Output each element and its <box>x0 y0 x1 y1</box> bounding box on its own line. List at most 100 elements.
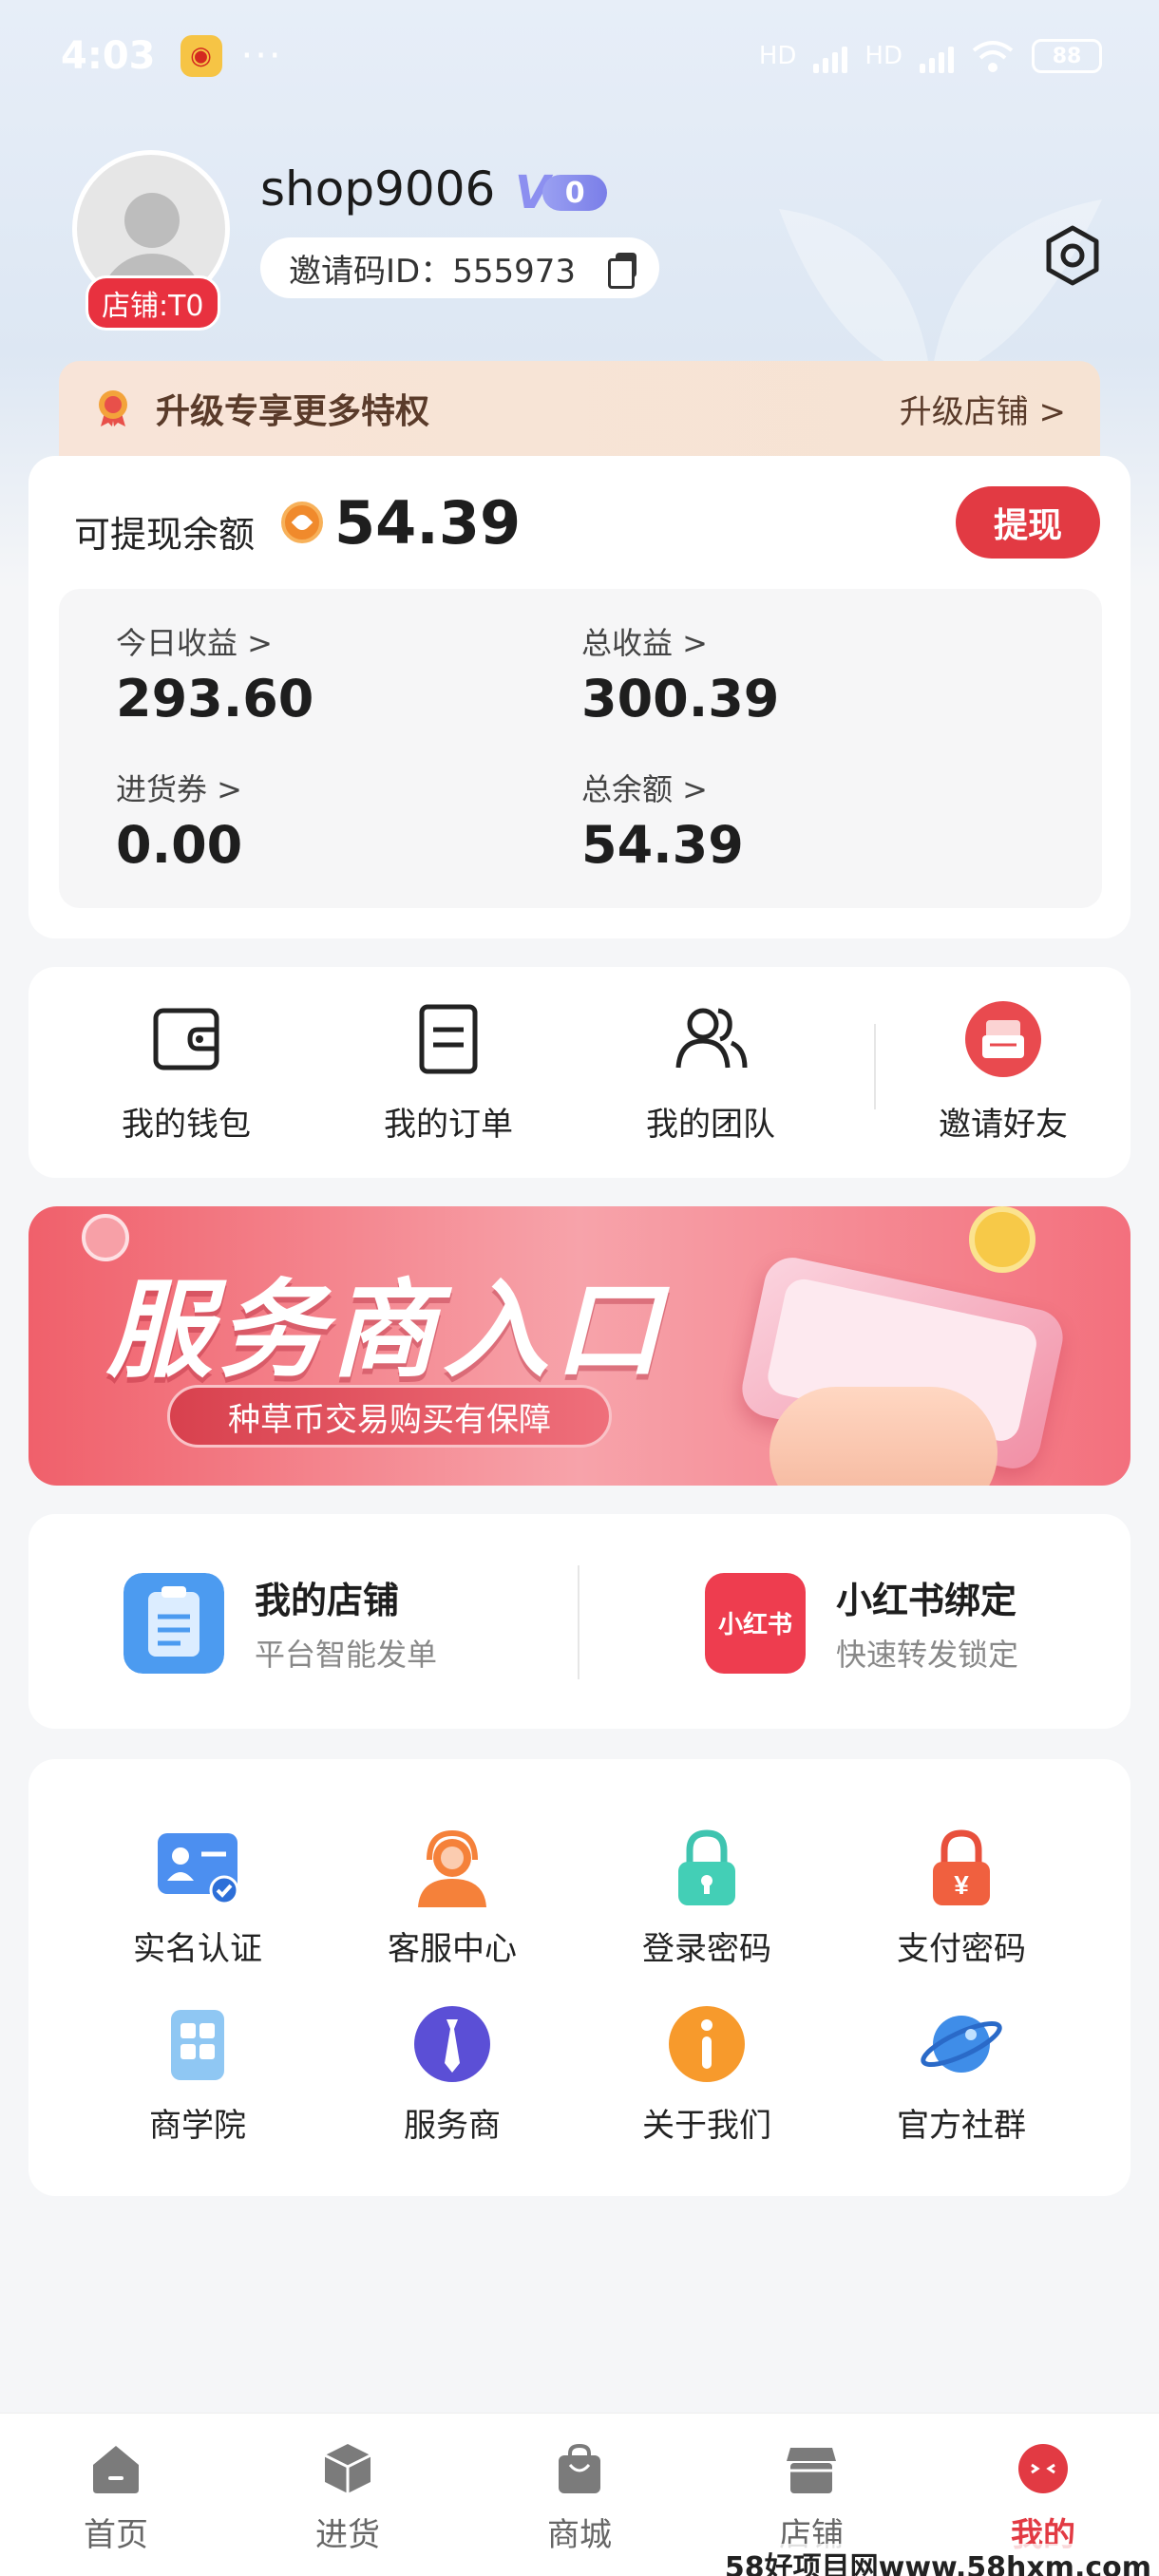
pay-lock-icon: ¥ <box>933 1829 990 1905</box>
tab-label: 商城 <box>547 2516 612 2554</box>
stat-today-earnings[interactable]: 今日收益 > 293.60 <box>116 619 314 729</box>
action-label: 我的钱包 <box>122 1106 251 1144</box>
planet-icon <box>921 2016 1002 2073</box>
quick-actions-card: 我的钱包 我的订单 我的团队 邀请好友 <box>28 967 1130 1178</box>
provider-icon <box>414 2006 490 2082</box>
tab-stock[interactable]: 进货 <box>272 2442 424 2555</box>
tab-home[interactable]: 首页 <box>40 2442 192 2555</box>
banner-subtitle: 种草币交易购买有保障 <box>167 1385 612 1448</box>
more-notifications-icon: ··· <box>240 34 283 78</box>
withdrawable-balance-label: 可提现余额 <box>74 514 256 556</box>
stat-label: 进货券 > <box>116 771 242 807</box>
status-time: 4:03 <box>61 34 156 78</box>
stat-purchase-voucher[interactable]: 进货券 > 0.00 <box>116 766 242 875</box>
network-label-2: HD <box>864 42 902 70</box>
service-label: 登录密码 <box>642 1930 771 1968</box>
profile-face-icon <box>1018 2444 1068 2493</box>
stat-label: 总收益 > <box>581 625 708 661</box>
hand-illustration <box>770 1387 998 1486</box>
upgrade-banner[interactable]: 升级专享更多特权 升级店铺 > <box>59 361 1100 456</box>
vip-level: 0 <box>542 175 608 211</box>
upgrade-shop-link[interactable]: 升级店铺 > <box>900 386 1066 432</box>
stat-total-balance[interactable]: 总余额 > 54.39 <box>581 766 744 875</box>
stat-label: 总余额 > <box>581 771 708 807</box>
stat-value: 0.00 <box>116 815 243 875</box>
upgrade-text: 升级专享更多特权 <box>156 392 430 431</box>
avatar[interactable]: 店铺:T0 <box>72 150 230 331</box>
settings-icon[interactable] <box>1039 222 1106 289</box>
customer-service-icon <box>418 1829 486 1907</box>
academy-icon <box>171 2010 224 2080</box>
service-about-us[interactable]: 关于我们 <box>612 2004 802 2146</box>
shop-divider <box>578 1565 580 1679</box>
network-label: HD <box>758 42 797 70</box>
service-academy[interactable]: 商学院 <box>103 2004 293 2146</box>
info-icon <box>669 2006 745 2082</box>
tab-mall[interactable]: 商城 <box>504 2442 656 2555</box>
service-label: 实名认证 <box>133 1930 262 1968</box>
vip-level-badge: V 0 <box>515 166 627 219</box>
signal-icon <box>813 39 848 73</box>
tab-label: 进货 <box>315 2516 380 2554</box>
tab-label: 首页 <box>84 2516 148 2554</box>
copy-icon[interactable] <box>608 253 636 289</box>
service-label: 商学院 <box>149 2107 246 2145</box>
shop-level-badge: 店铺:T0 <box>86 275 220 331</box>
team-icon <box>675 1008 748 1069</box>
service-pay-password[interactable]: ¥ 支付密码 <box>866 1828 1056 1969</box>
weibo-notification-icon: ◉ <box>180 35 222 77</box>
invite-code-pill[interactable]: 邀请码ID：555973 <box>260 237 659 298</box>
service-official-community[interactable]: 官方社群 <box>866 2004 1056 2146</box>
action-invite[interactable]: 邀请好友 <box>908 1001 1098 1145</box>
withdraw-button[interactable]: 提现 <box>956 486 1100 559</box>
invite-code-text: 邀请码ID：555973 <box>289 252 576 291</box>
shop-link-name: 我的店铺 <box>255 1580 400 1621</box>
xiaohongshu-bind-link[interactable]: 小红书 小红书绑定 快速转发锁定 <box>705 1571 1018 1675</box>
stat-value: 300.39 <box>581 669 780 729</box>
action-team[interactable]: 我的团队 <box>616 1001 806 1145</box>
tab-mine[interactable]: 我的 <box>967 2442 1119 2555</box>
stat-value: 293.60 <box>116 669 314 729</box>
service-provider[interactable]: 服务商 <box>357 2004 547 2146</box>
xiaohongshu-icon-text: 小红书 <box>717 1611 792 1639</box>
service-label: 支付密码 <box>897 1930 1026 1968</box>
service-login-password[interactable]: 登录密码 <box>612 1828 802 1969</box>
order-icon <box>419 1004 478 1074</box>
id-verify-icon <box>158 1833 239 1905</box>
wifi-icon <box>972 41 1014 72</box>
service-provider-banner[interactable]: 服务商入口 种草币交易购买有保障 <box>28 1206 1130 1486</box>
clipboard-icon <box>124 1572 224 1674</box>
status-bar: 4:03 ◉ ··· HD HD 88 <box>0 0 1159 112</box>
service-real-name[interactable]: 实名认证 <box>103 1828 293 1969</box>
action-wallet[interactable]: 我的钱包 <box>91 1001 281 1145</box>
coin-decoration <box>969 1206 1036 1273</box>
stat-total-earnings[interactable]: 总收益 > 300.39 <box>581 619 779 729</box>
service-label: 服务商 <box>404 2107 501 2145</box>
balance-card: 可提现余额 54.39 提现 今日收益 > 293.60 总收益 > 300.3… <box>28 456 1130 938</box>
status-right: HD HD 88 <box>759 39 1102 73</box>
action-label: 我的团队 <box>646 1106 775 1144</box>
shop-link-desc: 平台智能发单 <box>255 1637 438 1673</box>
watermark: 58好项目网www.58hxm.com <box>724 2544 1151 2576</box>
svg-text:¥: ¥ <box>954 1870 969 1900</box>
username: shop9006 <box>260 161 496 217</box>
home-icon <box>93 2446 139 2493</box>
service-label: 客服中心 <box>388 1930 517 1968</box>
box-icon <box>324 2444 371 2493</box>
actions-divider <box>874 1024 876 1109</box>
action-orders[interactable]: 我的订单 <box>353 1001 543 1145</box>
shop-links-card: 我的店铺 平台智能发单 小红书 小红书绑定 快速转发锁定 <box>28 1514 1130 1729</box>
medal-icon <box>99 390 127 426</box>
my-shop-link[interactable]: 我的店铺 平台智能发单 <box>124 1571 437 1675</box>
service-customer-center[interactable]: 客服中心 <box>357 1828 547 1969</box>
service-label: 官方社群 <box>897 2107 1026 2145</box>
tab-shop[interactable]: 店铺 <box>735 2442 887 2555</box>
store-icon <box>787 2448 836 2493</box>
xiaohongshu-icon: 小红书 <box>705 1572 806 1674</box>
battery-icon: 88 <box>1032 39 1102 73</box>
action-label: 邀请好友 <box>939 1106 1068 1144</box>
lock-icon <box>678 1829 735 1905</box>
signal-icon-2 <box>920 39 954 73</box>
action-label: 我的订单 <box>384 1106 513 1144</box>
service-label: 关于我们 <box>642 2107 771 2145</box>
